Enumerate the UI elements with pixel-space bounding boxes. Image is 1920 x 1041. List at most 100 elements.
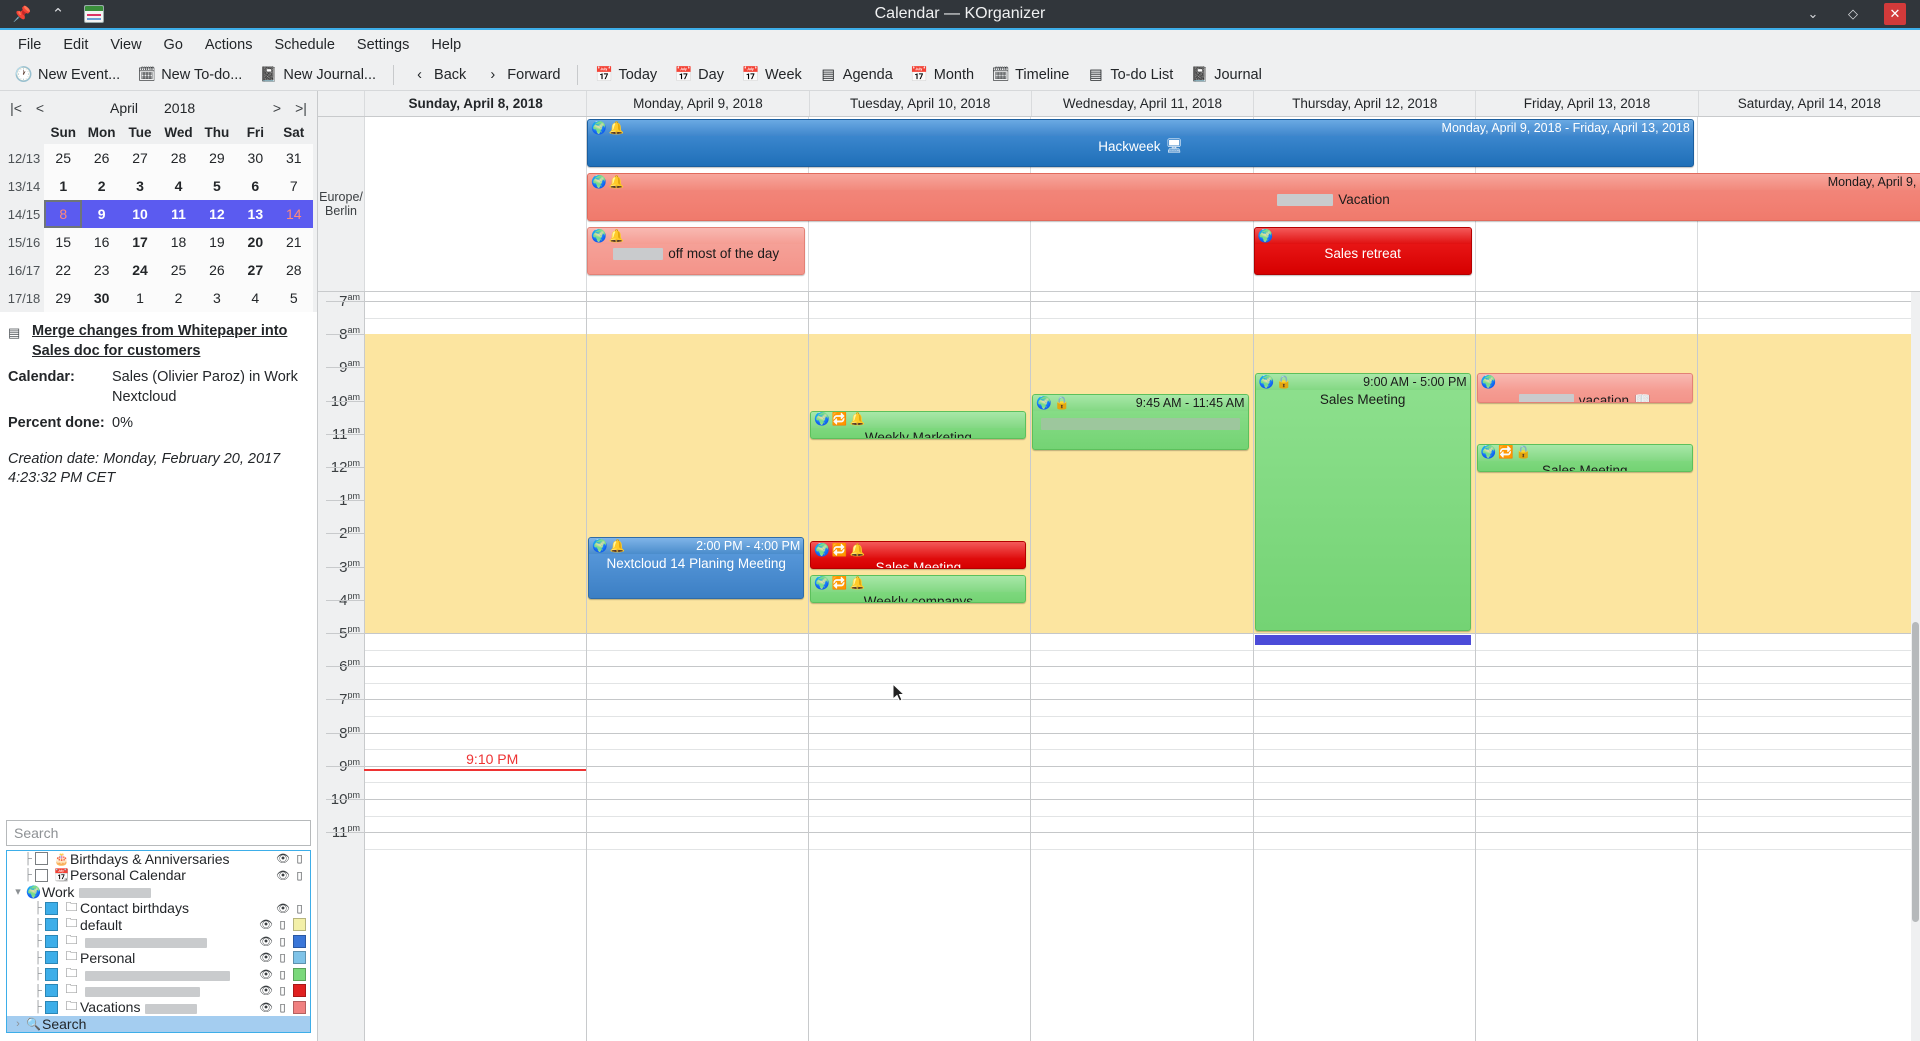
- visibility-eye-icon[interactable]: 👁: [276, 852, 289, 865]
- day-header[interactable]: Saturday, April 14, 2018: [1698, 91, 1920, 116]
- calendar-color-swatch[interactable]: [293, 968, 306, 981]
- minical-week-number[interactable]: 14/15: [4, 200, 44, 228]
- menu-item-help[interactable]: Help: [421, 33, 471, 57]
- next-month-button[interactable]: >: [265, 100, 289, 116]
- calendar-event[interactable]: 🌍🔔off most of the day: [587, 227, 805, 275]
- calendar-checkbox[interactable]: [35, 869, 48, 882]
- menu-item-schedule[interactable]: Schedule: [264, 33, 344, 57]
- minical-day[interactable]: 1: [44, 172, 82, 200]
- calendar-list-item[interactable]: ├🗀Vacations👁▯: [7, 999, 310, 1016]
- toolbar-button-forward[interactable]: ›Forward: [475, 63, 569, 86]
- calendar-event[interactable]: 🌍🔁🔔Sales Meeting: [810, 541, 1026, 569]
- calendar-checkbox[interactable]: [45, 968, 58, 981]
- toolbar-button-today[interactable]: 📅Today: [586, 63, 666, 86]
- minical-day[interactable]: 8: [44, 200, 82, 228]
- calendar-event[interactable]: 🌍🔒9:45 AM - 11:45 AM: [1032, 394, 1248, 450]
- toolbar-button-todolist[interactable]: ▤To-do List: [1078, 63, 1182, 86]
- calendar-list-item[interactable]: ├🎂Birthdays & Anniversaries👁▯: [7, 851, 310, 868]
- day-header[interactable]: Monday, April 9, 2018: [586, 91, 808, 116]
- minical-day[interactable]: 27: [236, 256, 274, 284]
- calendar-list-item[interactable]: ├🗀👁▯: [7, 966, 310, 983]
- visibility-eye-icon[interactable]: 👁: [259, 918, 272, 931]
- close-button[interactable]: ✕: [1884, 3, 1906, 25]
- calendar-color-swatch[interactable]: [293, 1001, 306, 1014]
- calendar-event[interactable]: 🌍🔁🔔Weekly companys: [810, 575, 1026, 603]
- minical-day[interactable]: 5: [198, 172, 236, 200]
- toolbar-button-week[interactable]: 📅Week: [733, 63, 811, 86]
- day-header[interactable]: Tuesday, April 10, 2018: [809, 91, 1031, 116]
- minical-day[interactable]: 10: [121, 200, 159, 228]
- prev-year-button[interactable]: |<: [4, 100, 28, 116]
- all-day-column[interactable]: [364, 117, 586, 291]
- notes-icon[interactable]: ▯: [293, 902, 306, 915]
- toolbar-button-newevent[interactable]: 🕐New Event...: [6, 63, 129, 86]
- minical-day[interactable]: 9: [82, 200, 120, 228]
- minical-day[interactable]: 30: [82, 284, 120, 312]
- calendar-list-item[interactable]: ▾🌍Work: [7, 884, 310, 901]
- calendar-checkbox[interactable]: [45, 951, 58, 964]
- menu-item-edit[interactable]: Edit: [53, 33, 98, 57]
- visibility-eye-icon[interactable]: 👁: [276, 902, 289, 915]
- notes-icon[interactable]: ▯: [276, 918, 289, 931]
- minical-day[interactable]: 28: [159, 144, 197, 172]
- notes-icon[interactable]: ▯: [276, 984, 289, 997]
- toolbar-button-journal[interactable]: 📓Journal: [1182, 63, 1271, 86]
- minical-day[interactable]: 25: [159, 256, 197, 284]
- menu-item-actions[interactable]: Actions: [195, 33, 263, 57]
- minical-day[interactable]: 28: [275, 256, 313, 284]
- minical-day[interactable]: 2: [159, 284, 197, 312]
- visibility-eye-icon[interactable]: 👁: [259, 984, 272, 997]
- visibility-eye-icon[interactable]: 👁: [259, 951, 272, 964]
- calendar-event[interactable]: 🌍🔔Monday, April 9, 2018 - Friday, April …: [587, 119, 1694, 167]
- minical-day[interactable]: 19: [198, 228, 236, 256]
- collapse-icon[interactable]: ⌃: [48, 4, 68, 24]
- minical-day[interactable]: 21: [275, 228, 313, 256]
- minical-week-number[interactable]: 15/16: [4, 228, 44, 256]
- notes-icon[interactable]: ▯: [276, 951, 289, 964]
- scrollbar-thumb[interactable]: [1912, 622, 1919, 922]
- notes-icon[interactable]: ▯: [276, 935, 289, 948]
- calendar-color-swatch[interactable]: [293, 984, 306, 997]
- day-column[interactable]: [1697, 292, 1919, 1041]
- minical-day[interactable]: 5: [275, 284, 313, 312]
- calendar-list-item[interactable]: ├🗀Personal👁▯: [7, 950, 310, 967]
- toolbar-button-back[interactable]: ‹Back: [402, 63, 475, 86]
- minical-day[interactable]: 4: [159, 172, 197, 200]
- toolbar-button-newtodo[interactable]: 🗓New To-do...: [129, 63, 251, 86]
- minical-day[interactable]: 3: [198, 284, 236, 312]
- calendar-event[interactable]: 🌍🔁🔔Weekly Marketing: [810, 411, 1026, 439]
- day-column[interactable]: [1475, 292, 1697, 1041]
- minical-day[interactable]: 12: [198, 200, 236, 228]
- visibility-eye-icon[interactable]: 👁: [276, 869, 289, 882]
- search-box[interactable]: Search: [6, 820, 311, 846]
- agenda-grid[interactable]: 🌍🔒9:00 AM - 5:00 PMSales Meeting🌍vacatio…: [364, 292, 1920, 1041]
- minical-week-number[interactable]: 13/14: [4, 172, 44, 200]
- toolbar-button-month[interactable]: 📅Month: [902, 63, 983, 86]
- minical-day[interactable]: 22: [44, 256, 82, 284]
- minical-day[interactable]: 17: [121, 228, 159, 256]
- expander-icon[interactable]: ▾: [11, 885, 25, 898]
- day-header[interactable]: Friday, April 13, 2018: [1475, 91, 1697, 116]
- agenda-scrollbar[interactable]: [1911, 292, 1920, 1041]
- toolbar-button-timeline[interactable]: 🗓Timeline: [983, 63, 1078, 86]
- prev-month-button[interactable]: <: [28, 100, 52, 116]
- minical-day[interactable]: 25: [44, 144, 82, 172]
- menu-item-settings[interactable]: Settings: [347, 33, 419, 57]
- minical-day[interactable]: 15: [44, 228, 82, 256]
- calendar-checkbox[interactable]: [35, 852, 48, 865]
- calendar-checkbox[interactable]: [45, 918, 58, 931]
- notes-icon[interactable]: ▯: [276, 968, 289, 981]
- minical-day[interactable]: 11: [159, 200, 197, 228]
- minical-week-number[interactable]: 17/18: [4, 284, 44, 312]
- minical-day[interactable]: 14: [275, 200, 313, 228]
- visibility-eye-icon[interactable]: 👁: [259, 935, 272, 948]
- next-year-button[interactable]: >|: [289, 100, 313, 116]
- minical-day[interactable]: 6: [236, 172, 274, 200]
- minical-day[interactable]: 20: [236, 228, 274, 256]
- day-header[interactable]: Wednesday, April 11, 2018: [1031, 91, 1253, 116]
- minical-day[interactable]: 24: [121, 256, 159, 284]
- minical-day[interactable]: 27: [121, 144, 159, 172]
- minical-day[interactable]: 13: [236, 200, 274, 228]
- toolbar-button-newjournal[interactable]: 📓New Journal...: [251, 63, 385, 86]
- calendar-checkbox[interactable]: [45, 1001, 58, 1014]
